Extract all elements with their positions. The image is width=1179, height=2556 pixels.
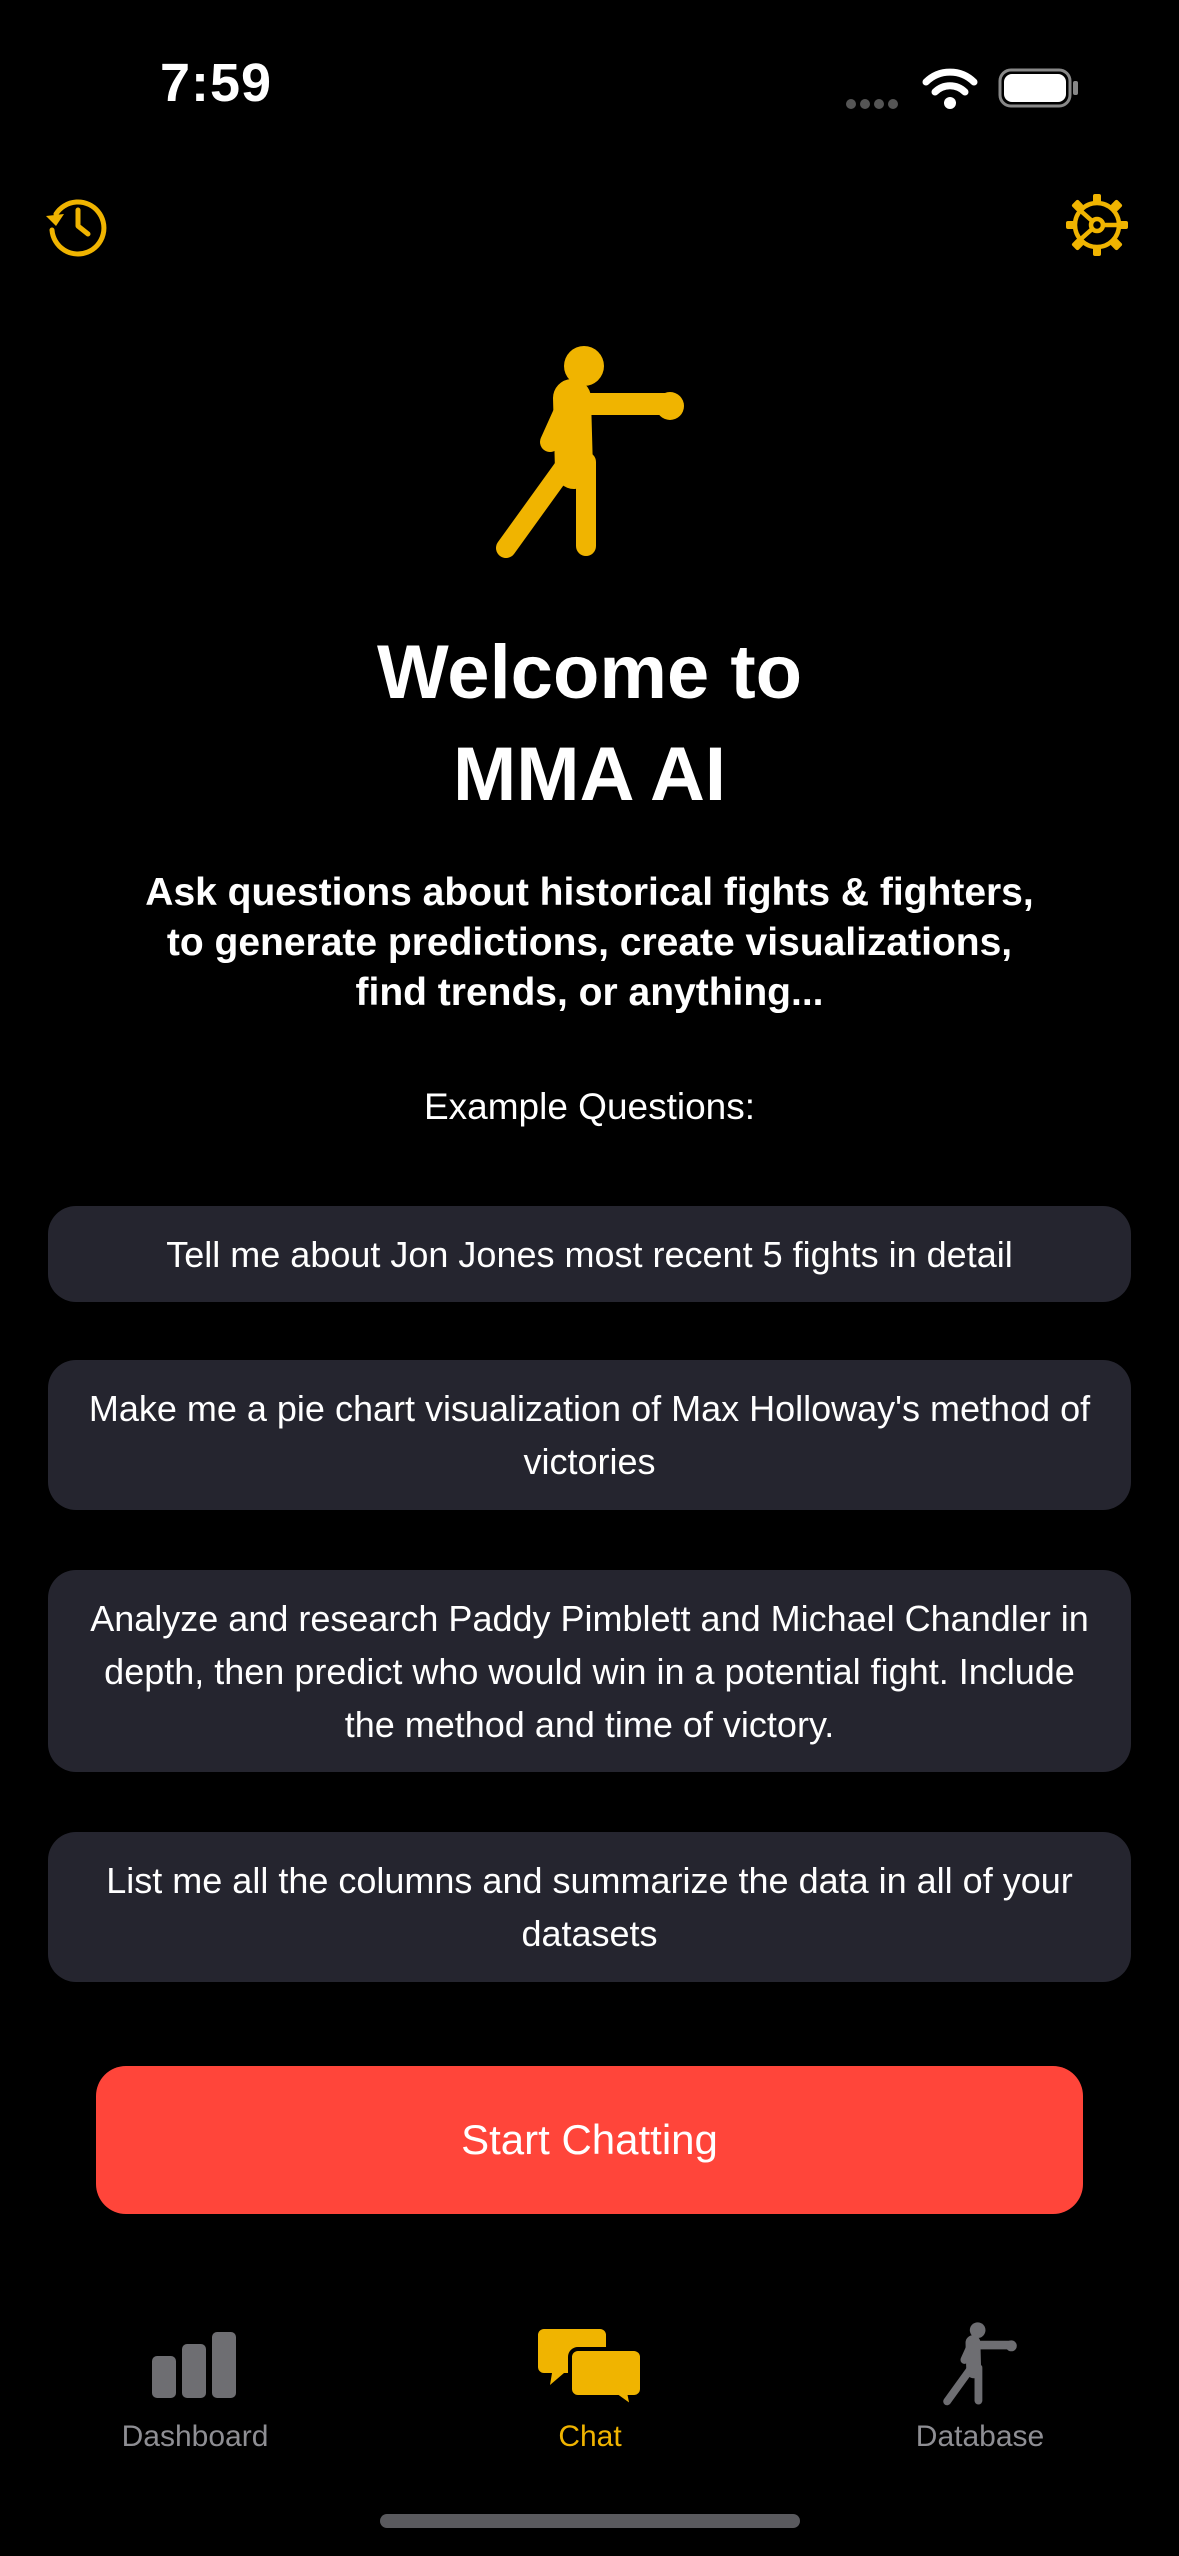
start-chatting-button[interactable]: Start Chatting [96, 2066, 1083, 2214]
welcome-title-line2: MMA AI [453, 732, 726, 817]
battery-icon [998, 68, 1078, 108]
tab-dashboard[interactable]: Dashboard [45, 2320, 345, 2454]
tab-chat[interactable]: Chat [440, 2320, 740, 2454]
bar-chart-icon [152, 2332, 236, 2398]
tab-database[interactable]: Database [830, 2320, 1130, 2454]
welcome-title-line1: Welcome to [376, 630, 803, 715]
subtitle-line3: find trends, or anything... [355, 971, 824, 1014]
welcome-title: Welcome to MMA AI [0, 622, 1179, 826]
subtitle-line1: Ask questions about historical fights & … [145, 871, 1034, 914]
examples-label: Example Questions: [423, 1086, 756, 1127]
tab-chat-label: Chat [558, 2420, 622, 2453]
example-question-4[interactable]: List me all the columns and summarize th… [48, 1832, 1131, 1982]
chat-bubbles-icon [538, 2329, 642, 2407]
cellular-signal-icon [846, 96, 902, 109]
example-question-1[interactable]: Tell me about Jon Jones most recent 5 fi… [48, 1206, 1131, 1302]
fighter-icon [496, 346, 684, 558]
welcome-subtitle: Ask questions about historical fights & … [80, 868, 1099, 1018]
subtitle-line2: to generate predictions, create visualiz… [166, 921, 1013, 964]
example-question-3[interactable]: Analyze and research Paddy Pimblett and … [48, 1570, 1131, 1772]
tab-dashboard-label: Dashboard [121, 2420, 269, 2453]
wifi-icon [922, 68, 978, 109]
tab-database-label: Database [915, 2420, 1045, 2453]
status-time: 7:59 [160, 53, 273, 113]
example-question-2[interactable]: Make me a pie chart visualization of Max… [48, 1360, 1131, 1510]
history-icon[interactable] [42, 190, 112, 260]
home-indicator[interactable] [380, 2514, 800, 2528]
gear-icon[interactable] [1062, 190, 1132, 260]
fighter-icon [943, 2322, 1017, 2406]
